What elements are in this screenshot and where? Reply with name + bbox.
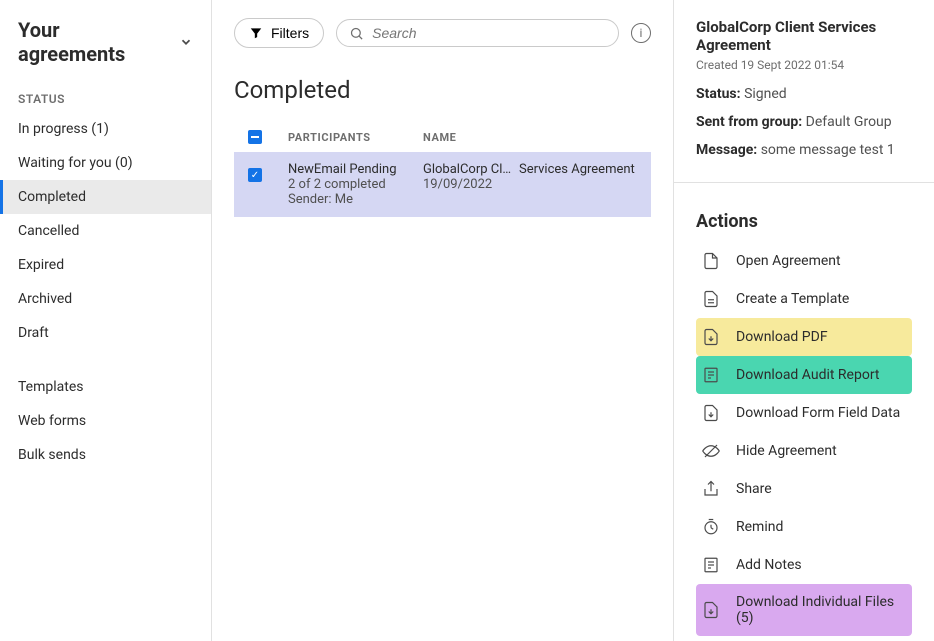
status-section-label: STATUS: [0, 86, 211, 112]
main-heading: Completed: [234, 76, 651, 104]
action-label: Hide Agreement: [736, 443, 837, 459]
sidebar-item-cancelled[interactable]: Cancelled: [0, 214, 211, 248]
column-participants[interactable]: PARTICIPANTS: [288, 131, 423, 144]
hide-icon: [702, 442, 720, 460]
sidebar-item-expired[interactable]: Expired: [0, 248, 211, 282]
sidebar-item-waiting[interactable]: Waiting for you (0): [0, 146, 211, 180]
action-label: Create a Template: [736, 291, 849, 307]
participant-sender: Sender: Me: [288, 192, 423, 207]
sidebar-item-web-forms[interactable]: Web forms: [0, 404, 211, 438]
action-download-pdf[interactable]: Download PDF: [696, 318, 912, 356]
action-label: Add Notes: [736, 557, 802, 573]
sent-from-value: Default Group: [806, 114, 892, 130]
search-field[interactable]: [336, 19, 619, 47]
sidebar-item-templates[interactable]: Templates: [0, 370, 211, 404]
action-label: Open Agreement: [736, 253, 841, 269]
action-label: Download Audit Report: [736, 367, 880, 383]
audit-report-icon: [702, 366, 720, 384]
download-files-icon: [702, 601, 720, 619]
participant-progress: 2 of 2 completed: [288, 177, 423, 192]
action-hide-agreement[interactable]: Hide Agreement: [696, 432, 912, 470]
action-create-template[interactable]: Create a Template: [696, 280, 912, 318]
info-button[interactable]: i: [631, 23, 651, 43]
select-all-checkbox[interactable]: [248, 130, 262, 144]
status-value: Signed: [744, 86, 787, 102]
chevron-down-icon: [179, 35, 193, 49]
clock-icon: [702, 518, 720, 536]
sidebar-item-bulk-sends[interactable]: Bulk sends: [0, 438, 211, 472]
action-label: Share: [736, 481, 772, 497]
action-download-form-data[interactable]: Download Form Field Data: [696, 394, 912, 432]
action-share[interactable]: Share: [696, 470, 912, 508]
search-input[interactable]: [372, 25, 606, 41]
action-label: Download Individual Files (5): [736, 594, 906, 626]
details-title: GlobalCorp Client Services Agreement: [696, 18, 912, 54]
message-value: some message test 1: [761, 142, 895, 158]
action-remind[interactable]: Remind: [696, 508, 912, 546]
agreement-name-part1: GlobalCorp Cli...: [423, 162, 513, 177]
sidebar-item-in-progress[interactable]: In progress (1): [0, 112, 211, 146]
participant-name: NewEmail Pending: [288, 162, 423, 177]
sidebar-item-completed[interactable]: Completed: [0, 180, 211, 214]
actions-header: Actions: [696, 211, 912, 232]
main-content: Filters i Completed PARTICIPANTS NAME: [212, 0, 674, 641]
page-title[interactable]: Your agreements: [0, 18, 211, 86]
table-header: PARTICIPANTS NAME: [234, 122, 651, 152]
agreement-date: 19/09/2022: [423, 177, 637, 192]
sidebar: Your agreements STATUS In progress (1) W…: [0, 0, 212, 641]
template-icon: [702, 290, 720, 308]
document-icon: [702, 252, 720, 270]
agreement-name-part2: Services Agreement: [519, 162, 635, 177]
sidebar-item-archived[interactable]: Archived: [0, 282, 211, 316]
download-form-icon: [702, 404, 720, 422]
column-name[interactable]: NAME: [423, 131, 637, 144]
download-pdf-icon: [702, 328, 720, 346]
filter-icon: [249, 26, 263, 40]
action-download-individual[interactable]: Download Individual Files (5): [696, 584, 912, 636]
page-title-text: Your agreements: [18, 18, 169, 66]
action-label: Remind: [736, 519, 783, 535]
filters-button[interactable]: Filters: [234, 18, 324, 48]
action-add-notes[interactable]: Add Notes: [696, 546, 912, 584]
details-panel: GlobalCorp Client Services Agreement Cre…: [674, 0, 934, 641]
notes-icon: [702, 556, 720, 574]
sidebar-item-draft[interactable]: Draft: [0, 316, 211, 350]
row-checkbox[interactable]: [248, 168, 262, 182]
action-label: Download Form Field Data: [736, 405, 900, 421]
table-row[interactable]: NewEmail Pending 2 of 2 completed Sender…: [234, 152, 651, 217]
filters-label: Filters: [271, 25, 309, 41]
search-icon: [349, 26, 364, 41]
divider: [674, 182, 934, 183]
details-created: Created 19 Sept 2022 01:54: [696, 58, 912, 72]
sent-from-label: Sent from group:: [696, 114, 802, 130]
action-label: Download PDF: [736, 329, 828, 345]
info-icon: i: [640, 26, 643, 40]
action-open-agreement[interactable]: Open Agreement: [696, 242, 912, 280]
toolbar: Filters i: [234, 18, 651, 48]
status-label: Status:: [696, 86, 741, 102]
message-label: Message:: [696, 142, 757, 158]
share-icon: [702, 480, 720, 498]
action-download-audit[interactable]: Download Audit Report: [696, 356, 912, 394]
